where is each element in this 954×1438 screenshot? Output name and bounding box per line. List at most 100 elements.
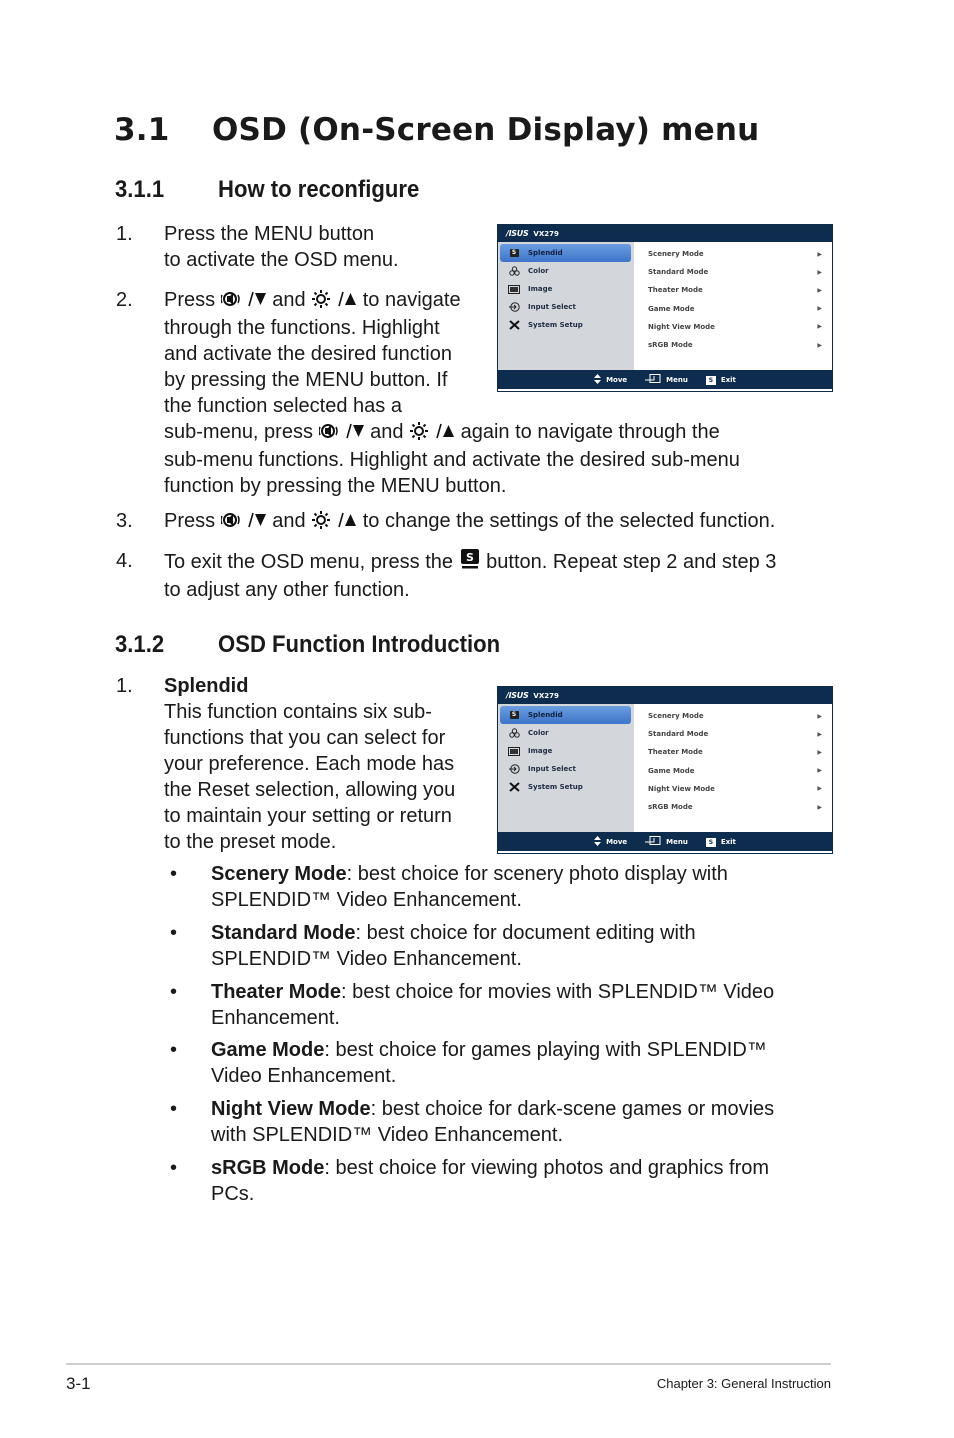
osd-footer: Move Menu S Exit [498,832,832,851]
osd-submenu-label: sRGB Mode [648,341,693,350]
bullet-desc-line2: SPLENDID™ Video Enhancement. [211,889,522,911]
osd-menu-item[interactable]: Image [500,280,631,298]
heading-number: 3.1 [114,112,170,148]
slash-down-arrow-icon [243,289,267,315]
text: to change the settings of the selected f… [362,510,776,532]
brightness-icon [409,421,431,447]
osd-menu-label: System Setup [528,321,583,329]
page-number: 3-1 [66,1374,91,1393]
bullet-dot: • [170,863,178,885]
text: and [272,289,306,311]
enter-icon [645,835,661,848]
chevron-right-icon: ▶ [817,803,822,811]
bullet-dot: • [170,1098,178,1120]
input-select-icon [508,302,520,312]
splendid-s-icon: S [508,248,520,258]
text-line: sub-menu functions. Highlight and activa… [164,449,740,471]
bullet-desc-line2: Video Enhancement. [211,1065,397,1087]
osd-submenu-item[interactable]: sRGB Mode ▶ [634,798,832,816]
osd-submenu-item[interactable]: Scenery Mode ▶ [634,707,832,725]
text: button. Repeat step 2 and step 3 [486,551,777,573]
osd-menu-label: Input Select [528,765,576,773]
osd-submenu: Scenery Mode ▶ Standard Mode ▶ Theater Mode ▶… [634,242,832,370]
osd-move-hint: Move [594,373,627,386]
osd-submenu-item[interactable]: Theater Mode ▶ [634,281,832,299]
text: and [370,421,404,443]
osd-menu-item[interactable]: System Setup [500,778,631,796]
text-line: to activate the OSD menu. [164,249,399,271]
chevron-right-icon: ▶ [817,730,822,738]
osd-submenu-item[interactable]: Standard Mode ▶ [634,263,832,281]
text-line: the function selected has a [164,395,402,417]
slash-down-arrow-icon [243,510,267,536]
osd-menu-item[interactable]: Color [500,262,631,280]
bullet-desc: : best choice for scenery photo display … [346,863,728,885]
section-number: 3.1.1 [115,176,165,203]
osd-menu-hint: Menu [645,835,688,848]
osd-submenu-label: Theater Mode [648,748,703,757]
step-1-text: Press the MENU button to activate the OS… [164,221,399,273]
text-line: Press the MENU button [164,223,375,245]
bullet-term: sRGB Mode [211,1157,325,1179]
osd-submenu-item[interactable]: Game Mode ▶ [634,300,832,318]
osd-footer: Move Menu S Exit [498,370,832,389]
osd-exit-hint: S Exit [705,375,736,385]
osd-menu-label: System Setup [528,783,583,791]
osd-submenu-item[interactable]: Standard Mode ▶ [634,725,832,743]
osd-menu-item[interactable]: Input Select [500,298,631,316]
step-number: 2. [116,289,133,311]
color-icon [508,728,520,738]
chevron-right-icon: ▶ [817,286,822,294]
volume-down-icon [219,289,243,315]
osd-model: VX279 [533,229,559,238]
step-3-text: Press and to change the settings of the … [164,508,775,536]
osd-menu-item[interactable]: S Splendid [500,706,631,724]
osd-header: /ISUS VX279 [498,687,832,704]
splendid-s-icon: S [508,710,520,720]
osd-submenu-item[interactable]: Game Mode ▶ [634,762,832,780]
bullet-desc: : best choice for movies with SPLENDID™ … [341,981,775,1003]
section-heading-3-1-1: 3.1.1 How to reconfigure [115,176,419,204]
bullet-item: Theater Mode: best choice for movies wit… [211,979,831,1031]
text-line: the Reset selection, allowing you [164,779,456,801]
osd-footer-label: Menu [666,837,688,846]
osd-menu-item[interactable]: Input Select [500,760,631,778]
system-setup-icon [508,782,520,792]
osd-submenu: Scenery Mode ▶ Standard Mode ▶ Theater Mode ▶… [634,704,832,832]
osd-menu-label: Splendid [528,711,563,719]
slash-up-arrow-icon [333,289,357,315]
osd-main-menu: S Splendid Color Image Input Select System Se… [498,704,634,832]
input-select-icon [508,764,520,774]
osd-menu-label: Image [528,285,553,293]
bullet-dot: • [170,1157,178,1179]
section-title: OSD Function Introduction [218,631,501,658]
heading-title: OSD (On-Screen Display) menu [212,112,760,148]
osd-main-menu: S Splendid Color Image Input Select System Se… [498,242,634,370]
osd-menu-item[interactable]: Image [500,742,631,760]
svg-text:S: S [466,551,474,564]
section-heading-3-1-2: 3.1.2 OSD Function Introduction [115,631,500,659]
chevron-right-icon: ▶ [817,268,822,276]
slash-up-arrow-icon [333,510,357,536]
text: again to navigate through the [460,421,720,443]
image-icon [508,284,520,294]
osd-submenu-label: Scenery Mode [648,250,704,259]
osd-menu-label: Splendid [528,249,563,257]
bullet-dot: • [170,1039,178,1061]
osd-menu-item[interactable]: System Setup [500,316,631,334]
chevron-right-icon: ▶ [817,305,822,313]
osd-menu-item[interactable]: S Splendid [500,244,631,262]
osd-submenu-item[interactable]: Night View Mode ▶ [634,318,832,336]
osd-submenu-item[interactable]: Scenery Mode ▶ [634,245,832,263]
osd-menu-item[interactable]: Color [500,724,631,742]
bullet-term: Theater Mode [211,981,342,1003]
osd-submenu-item[interactable]: sRGB Mode ▶ [634,336,832,354]
bullet-desc-line2: PCs. [211,1183,255,1205]
splendid-description: Splendid This function contains six sub-… [164,673,455,855]
osd-submenu-item[interactable]: Theater Mode ▶ [634,743,832,761]
bullet-item: sRGB Mode: best choice for viewing photo… [211,1155,831,1207]
osd-submenu-item[interactable]: Night View Mode ▶ [634,780,832,798]
section-title: How to reconfigure [218,176,420,203]
image-icon [508,746,520,756]
text: Press [164,510,216,532]
